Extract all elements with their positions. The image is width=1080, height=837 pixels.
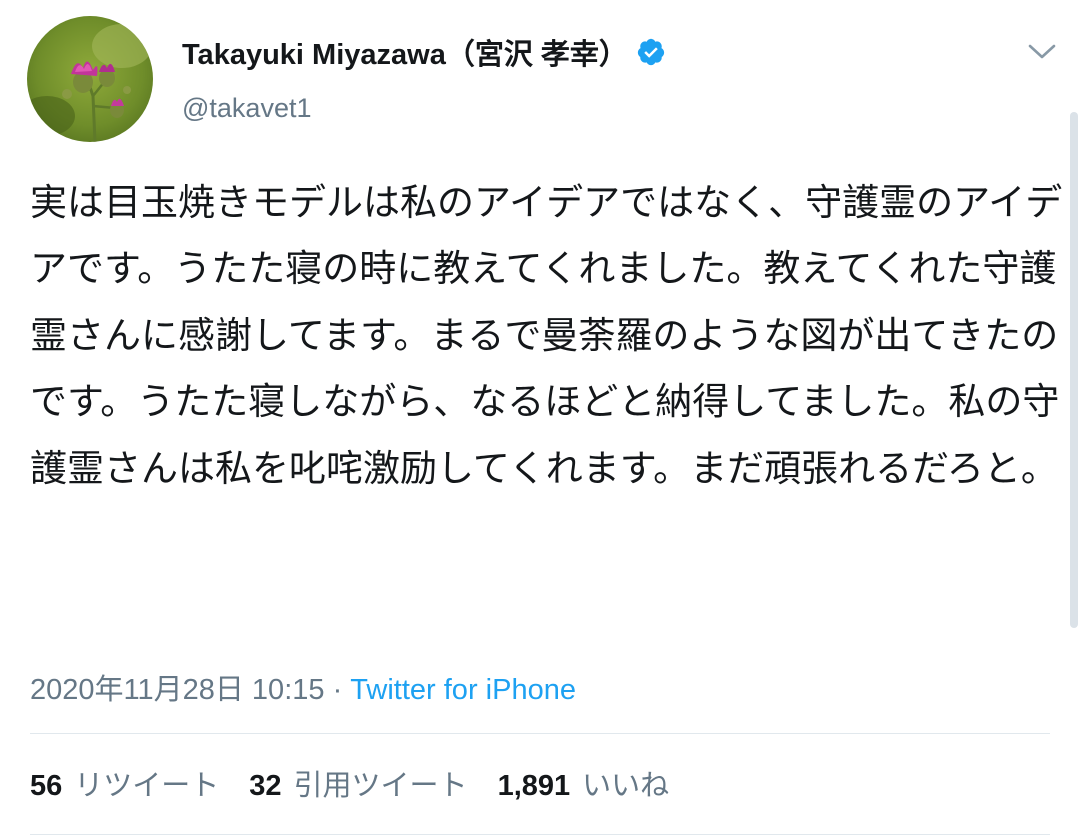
- divider: [30, 834, 1050, 835]
- author-name-row[interactable]: Takayuki Miyazawa（宮沢 孝幸）: [182, 32, 666, 72]
- avatar[interactable]: [27, 16, 153, 142]
- tweet-text: 実は目玉焼きモデルは私のアイデアではなく、守護霊のアイデアです。うたた寝の時に教…: [30, 181, 1063, 490]
- like-label: いいね: [582, 770, 670, 802]
- retweet-stat[interactable]: 56 リツイート: [30, 762, 219, 804]
- meta-separator: ·: [324, 674, 351, 706]
- engagement-stats: 56 リツイート 32 引用ツイート 1,891 いいね: [30, 762, 699, 804]
- timestamp[interactable]: 2020年11月28日 10:15: [30, 674, 325, 706]
- verified-badge-icon: [636, 37, 666, 67]
- tweet-menu-button[interactable]: [1024, 38, 1060, 66]
- quote-tweet-count: 32: [249, 770, 282, 802]
- chevron-down-icon: [1028, 44, 1056, 59]
- quote-tweet-stat[interactable]: 32 引用ツイート: [249, 762, 467, 804]
- divider: [30, 733, 1050, 734]
- like-count: 1,891: [497, 770, 571, 802]
- author-handle[interactable]: @takavet1: [182, 93, 311, 124]
- retweet-count: 56: [30, 770, 63, 802]
- tweet-meta: 2020年11月28日 10:15 · Twitter for iPhone: [30, 666, 576, 708]
- source-link[interactable]: Twitter for iPhone: [350, 674, 576, 706]
- like-stat[interactable]: 1,891 いいね: [498, 762, 670, 804]
- scrollbar[interactable]: [1070, 112, 1078, 628]
- display-name[interactable]: Takayuki Miyazawa（宮沢 孝幸）: [182, 31, 628, 73]
- thistle-flower-avatar-image: [27, 16, 153, 142]
- tweet-detail: Takayuki Miyazawa（宮沢 孝幸） @takavet1 実は目玉焼…: [0, 0, 1080, 837]
- retweet-label: リツイート: [74, 770, 220, 802]
- quote-tweet-label: 引用ツイート: [293, 770, 468, 802]
